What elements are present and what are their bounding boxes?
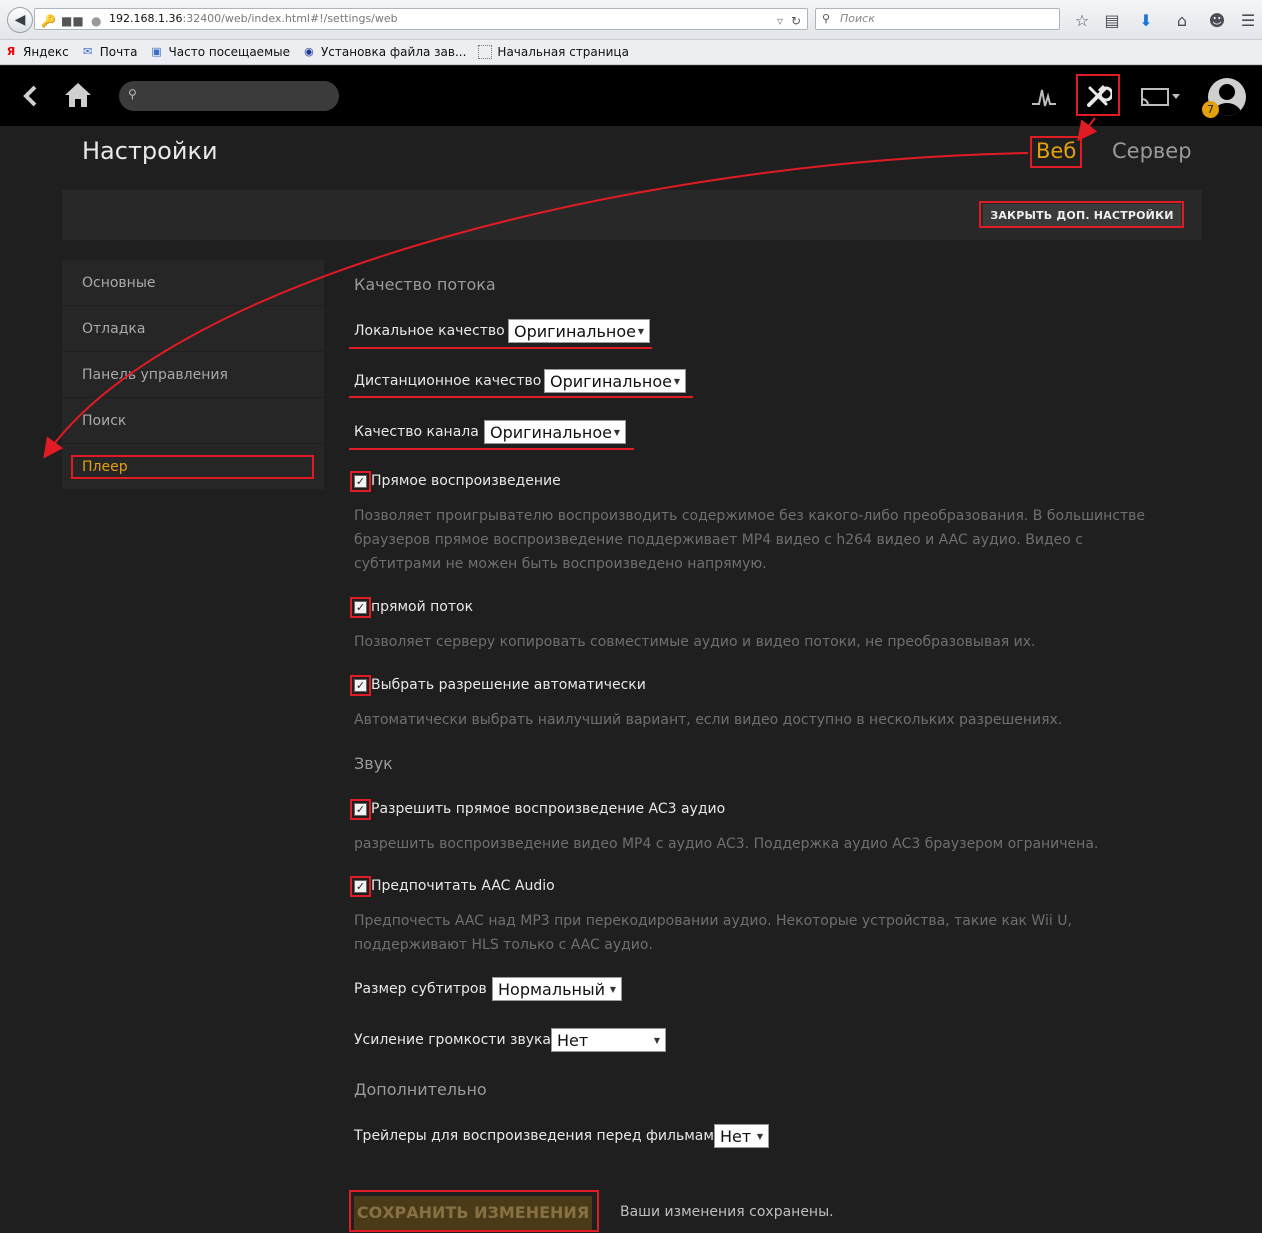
annotation-arrows — [43, 117, 1098, 459]
